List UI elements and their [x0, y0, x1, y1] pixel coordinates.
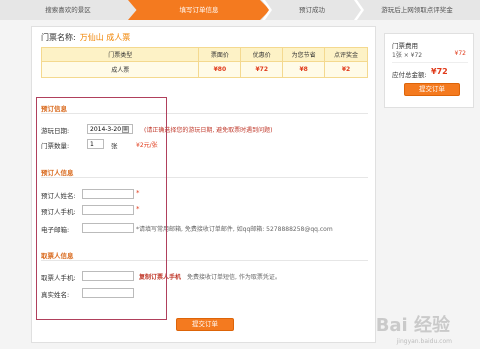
cell-ticket-type: 成人票 [40, 61, 200, 78]
total-label: 应付总金额: [392, 71, 427, 79]
fee-header: 门票费用 [392, 42, 418, 50]
side-submit-order-button[interactable]: 提交订单 [404, 83, 460, 96]
col-discount-price: 优惠价 [240, 47, 284, 62]
cell-face-price: ¥80 [198, 61, 242, 78]
submit-order-button[interactable]: 提交订单 [176, 318, 234, 331]
col-review-bonus: 点评奖金 [324, 47, 368, 62]
step-booking-success: 预订成功 [299, 6, 325, 14]
cell-saving: ¥8 [282, 61, 326, 78]
step-review-bonus: 游玩后上网领取点评奖金 [381, 6, 453, 14]
col-face-price: 票面价 [198, 47, 242, 62]
ticket-name-value: 万仙山 成人票 [79, 33, 131, 42]
watermark: Bai 经验 [375, 315, 450, 336]
col-saving: 为您节省 [282, 47, 326, 62]
col-ticket-type: 门票类型 [40, 47, 200, 62]
highlight-box [36, 97, 167, 320]
table-row: 成人票 ¥80 ¥72 ¥8 ¥2 [40, 61, 368, 78]
ticket-price-table: 门票类型 票面价 优惠价 为您节省 点评奖金 成人票 ¥80 ¥72 ¥8 ¥2 [40, 47, 368, 78]
progress-steps: 搜索喜欢的景区 填写订单信息 预订成功 游玩后上网领取点评奖金 [0, 0, 480, 20]
step-search-scenic: 搜索喜欢的景区 [45, 6, 91, 14]
cell-discount-price: ¥72 [240, 61, 284, 78]
divider [392, 62, 468, 63]
total-value: ¥72 [431, 67, 448, 76]
fee-item: 1张 × ¥72 [392, 52, 423, 59]
ticket-title: 门票名称: 万仙山 成人票 [41, 32, 130, 43]
fee-summary-panel: 门票费用 1张 × ¥72 ¥72 应付总金额: ¥72 提交订单 [384, 33, 474, 108]
cell-review-bonus: ¥2 [324, 61, 368, 78]
watermark-url: jingyan.baidu.com [396, 338, 452, 345]
fee-item-price: ¥72 [454, 50, 466, 57]
order-form-panel: 门票名称: 万仙山 成人票 门票类型 票面价 优惠价 为您节省 点评奖金 成人票 … [31, 26, 376, 343]
taker-phone-hint: 免费接收订单短信, 作为取票凭证。 [187, 274, 281, 281]
ticket-name-label: 门票名称: [41, 33, 76, 42]
table-header-row: 门票类型 票面价 优惠价 为您节省 点评奖金 [40, 47, 368, 62]
step-fill-order: 填写订单信息 [128, 0, 270, 20]
